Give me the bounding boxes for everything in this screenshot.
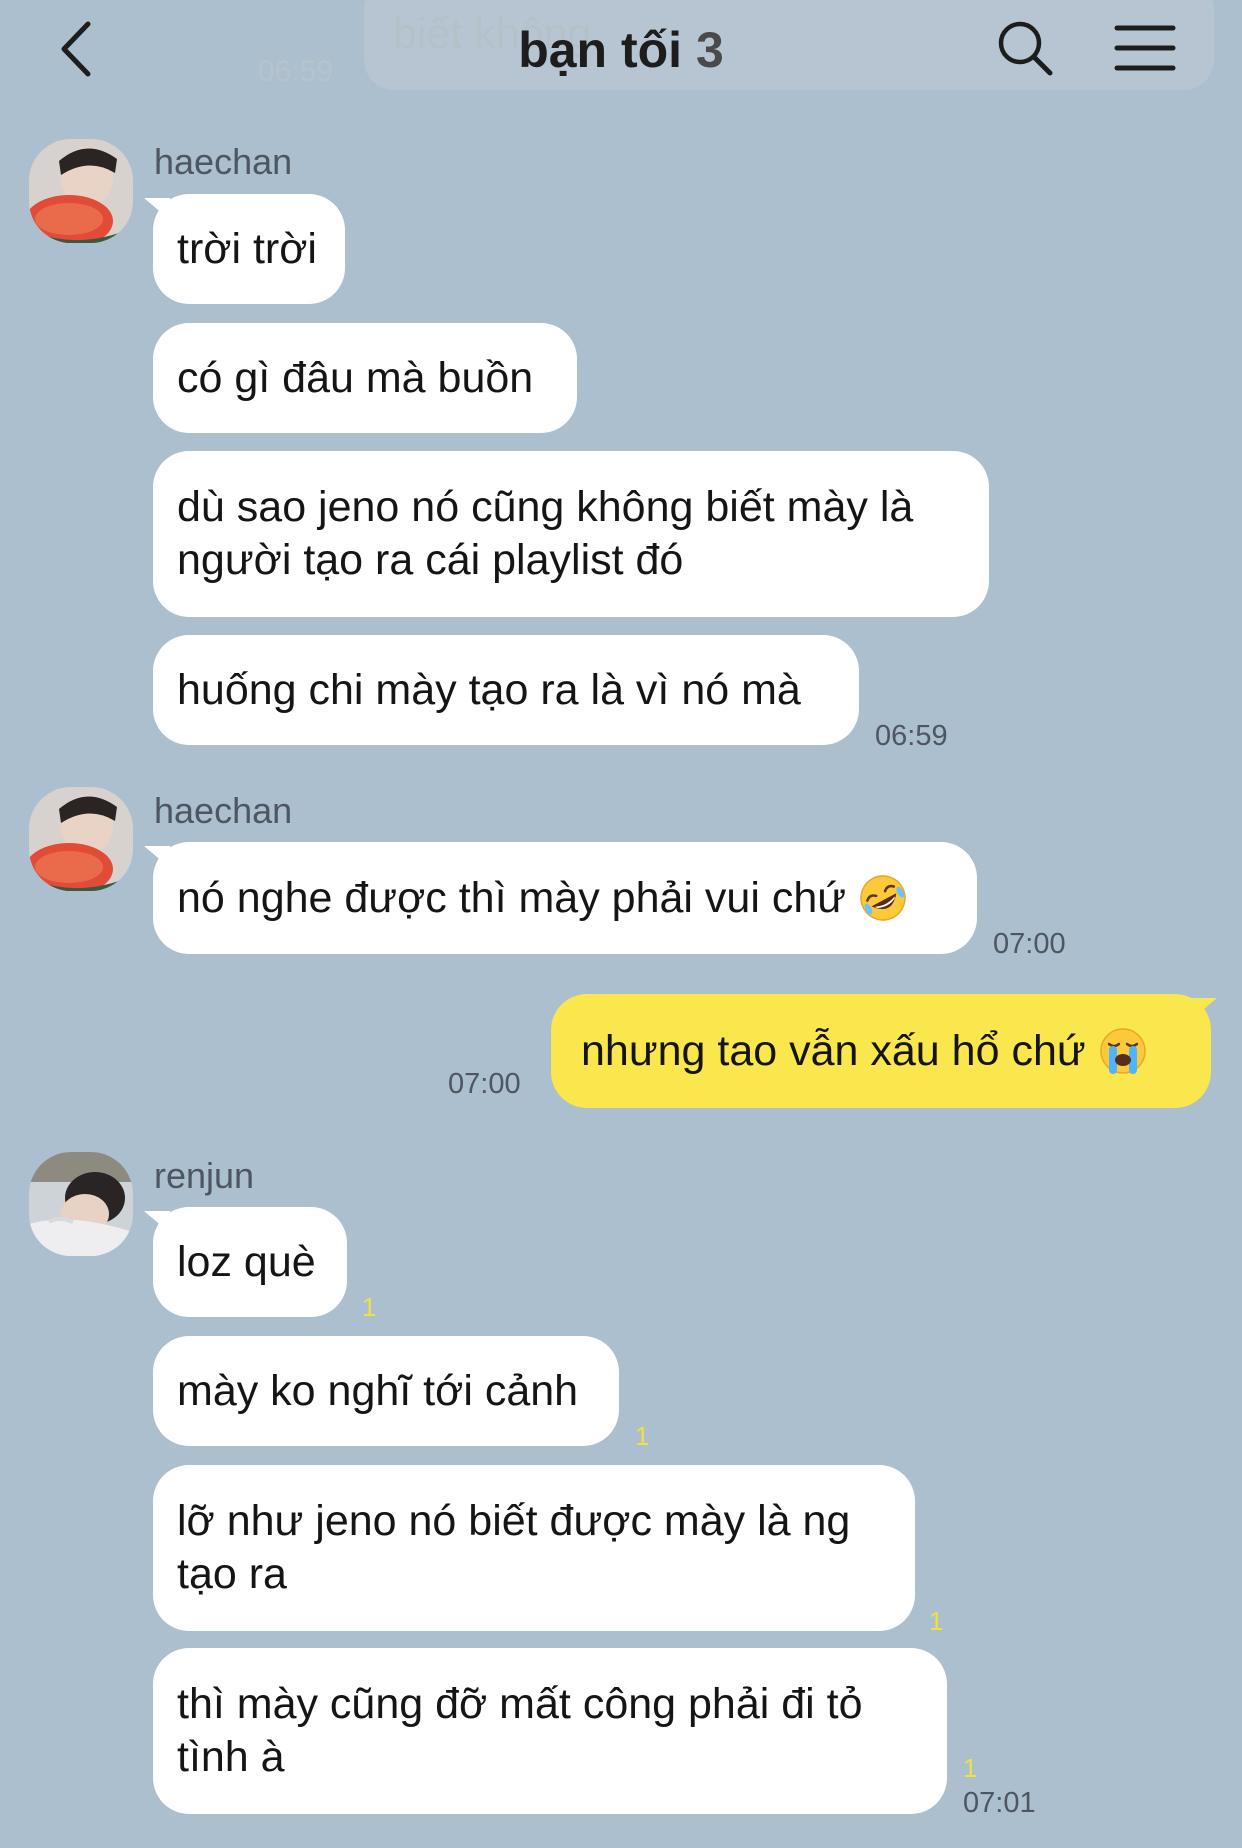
message-time: 07:01	[963, 1787, 1036, 1819]
chat-title-text: bạn tối	[518, 22, 683, 78]
chat-title: bạn tối 3	[0, 20, 1242, 80]
message-text: huống chi mày tạo ra là vì nó mà	[177, 665, 801, 714]
search-icon	[998, 21, 1053, 76]
message-bubble[interactable]: thì mày cũng đỡ mất công phải đi tỏ tình…	[153, 1648, 947, 1814]
sender-name: renjun	[154, 1155, 255, 1196]
message-bubble[interactable]: nó nghe được thì mày phải vui chứ	[153, 842, 977, 954]
search-button[interactable]	[995, 18, 1055, 78]
member-count: 3	[695, 22, 724, 78]
message-text: nó nghe được thì mày phải vui chứ	[177, 873, 847, 922]
sender-name: haechan	[154, 141, 293, 182]
bubble-tail	[1191, 998, 1217, 1020]
menu-button[interactable]	[1114, 22, 1176, 74]
message-text: loz què	[177, 1237, 316, 1286]
message-time: 07:00	[993, 928, 1066, 960]
sender-name: haechan	[154, 790, 293, 831]
message-text: lỡ như jeno nó biết được mày là ng tạo r…	[177, 1497, 851, 1598]
my-message-bubble[interactable]: nhưng tao vẫn xấu hổ chứ	[551, 994, 1211, 1108]
avatar-haechan[interactable]	[29, 139, 133, 243]
message-text: mày ko nghĩ tới cảnh	[177, 1366, 579, 1415]
avatar-photo	[29, 787, 133, 891]
menu-icon	[1114, 25, 1176, 71]
unread-count: 1	[635, 1421, 650, 1451]
message-bubble[interactable]: lỡ như jeno nó biết được mày là ng tạo r…	[153, 1465, 915, 1631]
rolling-on-floor-laughing-emoji	[860, 875, 906, 921]
unread-count: 1	[929, 1606, 944, 1636]
message-text: thì mày cũng đỡ mất công phải đi tỏ tình…	[177, 1680, 863, 1781]
message-bubble[interactable]: huống chi mày tạo ra là vì nó mà	[153, 635, 859, 745]
unread-count: 1	[362, 1292, 377, 1322]
avatar-renjun[interactable]	[29, 1152, 133, 1256]
message-text: trời trời	[177, 224, 317, 273]
unread-count: 1	[963, 1753, 978, 1783]
avatar-photo	[29, 139, 133, 243]
loudly-crying-emoji	[1099, 1028, 1146, 1074]
message-time: 06:59	[875, 720, 948, 752]
message-time: 07:00	[448, 1068, 521, 1100]
message-text: nhưng tao vẫn xấu hổ chứ	[581, 1026, 1086, 1075]
message-bubble[interactable]: có gì đâu mà buồn	[153, 323, 577, 433]
message-bubble[interactable]: trời trời	[153, 194, 345, 304]
message-bubble[interactable]: loz què	[153, 1207, 347, 1317]
message-text: có gì đâu mà buồn	[177, 353, 534, 402]
avatar-photo	[29, 1152, 133, 1256]
message-text: dù sao jeno nó cũng không biết mày là ng…	[177, 483, 914, 584]
message-bubble[interactable]: mày ko nghĩ tới cảnh	[153, 1336, 619, 1446]
avatar-haechan[interactable]	[29, 787, 133, 891]
message-bubble[interactable]: dù sao jeno nó cũng không biết mày là ng…	[153, 451, 989, 617]
